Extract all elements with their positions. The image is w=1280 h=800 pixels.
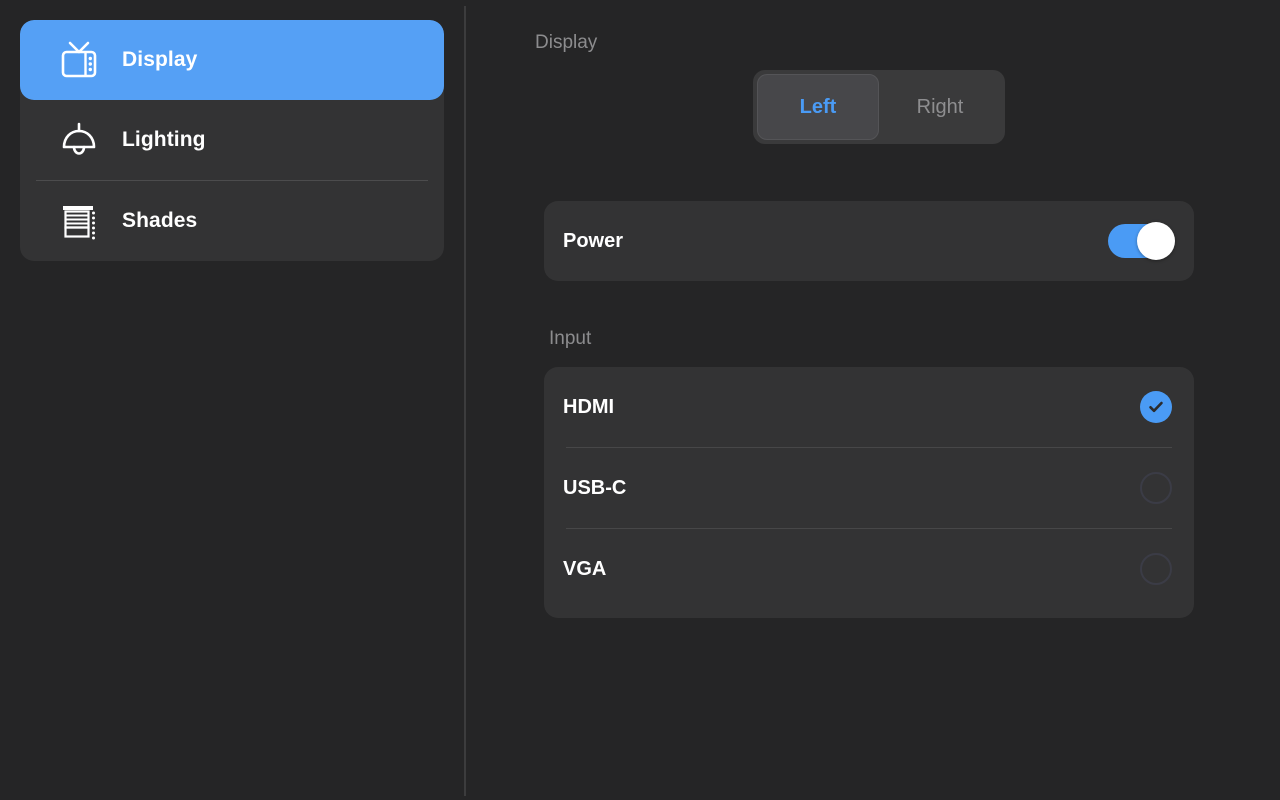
radio-circle-icon[interactable] bbox=[1140, 553, 1172, 585]
input-option-hdmi[interactable]: HDMI bbox=[544, 367, 1194, 447]
sidebar-item-label: Lighting bbox=[122, 128, 206, 151]
check-icon[interactable] bbox=[1140, 391, 1172, 423]
input-option-usbc[interactable]: USB-C bbox=[544, 448, 1194, 528]
input-option-label: USB-C bbox=[563, 476, 627, 499]
sidebar-item-display[interactable]: Display bbox=[20, 20, 444, 100]
power-row[interactable]: Power bbox=[544, 201, 1194, 281]
input-option-label: VGA bbox=[563, 557, 607, 580]
input-section-header: Input bbox=[549, 328, 592, 349]
input-option-label: HDMI bbox=[563, 395, 615, 418]
sidebar: Display Lighting Shades bbox=[20, 20, 444, 261]
content-pane: Display Left Right Power Input HDMI USB-… bbox=[466, 0, 1280, 800]
segment-left[interactable]: Left bbox=[757, 74, 879, 140]
display-side-segmented-control[interactable]: Left Right bbox=[753, 70, 1005, 144]
radio-circle-icon[interactable] bbox=[1140, 472, 1172, 504]
power-toggle[interactable] bbox=[1108, 222, 1175, 260]
power-card: Power bbox=[544, 201, 1194, 281]
blinds-icon bbox=[56, 198, 102, 244]
tv-icon bbox=[56, 37, 102, 83]
sidebar-item-shades[interactable]: Shades bbox=[20, 181, 444, 261]
segment-right[interactable]: Right bbox=[879, 74, 1001, 140]
sidebar-item-label: Display bbox=[122, 48, 198, 71]
sidebar-item-label: Shades bbox=[122, 209, 198, 232]
display-section-header: Display bbox=[535, 32, 598, 53]
lamp-icon bbox=[56, 117, 102, 163]
input-option-vga[interactable]: VGA bbox=[544, 529, 1194, 609]
smart-home-control-panel: Display Lighting Shades Display Left Rig… bbox=[0, 0, 1280, 800]
sidebar-item-lighting[interactable]: Lighting bbox=[20, 100, 444, 180]
toggle-knob bbox=[1137, 222, 1175, 260]
power-label: Power bbox=[563, 229, 624, 252]
input-card: HDMI USB-C VGA bbox=[544, 367, 1194, 618]
